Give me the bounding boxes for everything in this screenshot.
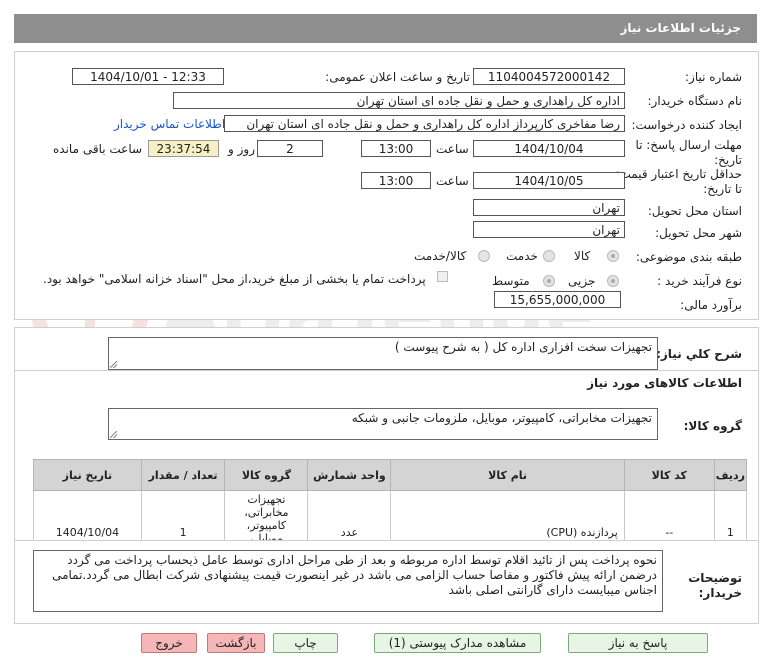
category-option-goods: کالا [574,249,591,263]
city-label: شهر محل تحویل: [655,226,742,240]
category-radio-service[interactable] [543,250,555,262]
goods-section-title: اطلاعات کالاهای مورد نیاز [587,376,742,390]
table-header-row: ردیف کد کالا نام کالا واحد شمارش گروه کا… [33,459,748,491]
process-option-minor: جزیی [568,274,596,288]
column-header: گروه کالا [224,459,309,491]
province-label: استان محل تحویل: [647,204,742,218]
buyer-org-field: اداره کل راهداری و حمل و نقل جاده ای است… [173,92,625,109]
goods-group-textarea[interactable]: تجهیزات مخابراتی، کامپیوتر، موبایل، ملزو… [108,408,658,440]
validity-time-field: 13:00 [361,172,431,189]
process-label: نوع فرآیند خرید : [657,274,742,288]
resize-grip-icon[interactable] [110,361,117,368]
print-button[interactable]: چاپ [273,633,338,653]
creator-field: رضا مفاخری کارپرداز اداره کل راهداری و ح… [224,115,625,132]
attachments-button[interactable]: مشاهده مدارک پیوستی (1) [374,633,541,653]
summary-label: شرح کلي نياز: [656,347,742,361]
announce-field: 1404/10/01 - 12:33 [72,68,224,85]
price-validity-label: حداقل تاریخ اعتبار قیمت: تا تاریخ: [615,167,742,196]
page-title: جزئیات اطلاعات نیاز [620,21,741,35]
days-field: 2 [257,140,323,157]
notes-text: نحوه پرداخت پس از تائید اقلام توسط اداره… [52,553,657,597]
treasury-text: پرداخت تمام یا بخشی از مبلغ خرید،از محل … [43,272,426,286]
category-label: طبقه بندی موضوعی: [635,250,742,264]
treasury-checkbox[interactable] [437,271,448,282]
header-bar: جزئیات اطلاعات نیاز [14,14,757,43]
process-option-medium: متوسط [492,274,530,288]
column-header: واحد شمارش [307,459,392,491]
reply-time-label: ساعت [436,142,469,156]
reply-button[interactable]: پاسخ به نیاز [568,633,708,653]
province-field: تهران [473,199,625,216]
reply-time-field: 13:00 [361,140,431,157]
estimate-field: 15,655,000,000 [494,291,621,308]
category-option-service: خدمت [506,249,538,263]
notes-label: توضیحات خریدار: [688,571,742,600]
exit-button[interactable]: خروج [141,633,197,653]
column-header: کد کالا [623,459,715,491]
summary-textarea[interactable]: تجهیزات سخت افزاری اداره کل ( به شرح پیو… [108,337,658,370]
contact-link[interactable]: اطلاعات تماس خریدار [114,117,225,131]
process-radio-medium[interactable] [543,275,555,287]
column-header: نام کالا [390,459,625,491]
need-number-field: 1104004572000142 [473,68,625,85]
column-header: تعداد / مقدار [140,459,226,491]
category-radio-both[interactable] [478,250,490,262]
need-number-label: شماره نیاز: [685,70,742,84]
notes-textarea[interactable]: نحوه پرداخت پس از تائید اقلام توسط اداره… [33,550,663,612]
reply-deadline-label: مهلت ارسال پاسخ: تا تاریخ: [635,138,742,167]
goods-group-label: گروه کالا: [683,419,742,433]
creator-label: ایجاد کننده درخواست: [631,118,742,132]
announce-label: تاریخ و ساعت اعلان عمومی: [325,70,470,84]
goods-group-text: تجهیزات مخابراتی، کامپیوتر، موبایل، ملزو… [351,411,652,425]
category-option-both: کالا/خدمت [414,249,467,263]
summary-text: تجهیزات سخت افزاری اداره کل ( به شرح پیو… [394,340,652,354]
validity-date-field: 1404/10/05 [473,172,625,189]
column-header: ردیف [713,459,748,491]
days-label: روز و [228,142,255,156]
category-radio-goods[interactable] [607,250,619,262]
column-header: تاریخ نیاز [33,459,142,491]
resize-grip-icon[interactable] [110,431,117,438]
city-field: تهران [473,221,625,238]
estimate-label: برآورد مالی: [680,298,742,312]
buyer-org-label: نام دستگاه خریدار: [647,94,743,108]
validity-time-label: ساعت [436,174,469,188]
remaining-label: ساعت باقی مانده [53,142,143,156]
process-radio-minor[interactable] [607,275,619,287]
remaining-time-field: 23:37:54 [148,140,219,157]
reply-date-field: 1404/10/04 [473,140,625,157]
back-button[interactable]: بازگشت [207,633,265,653]
